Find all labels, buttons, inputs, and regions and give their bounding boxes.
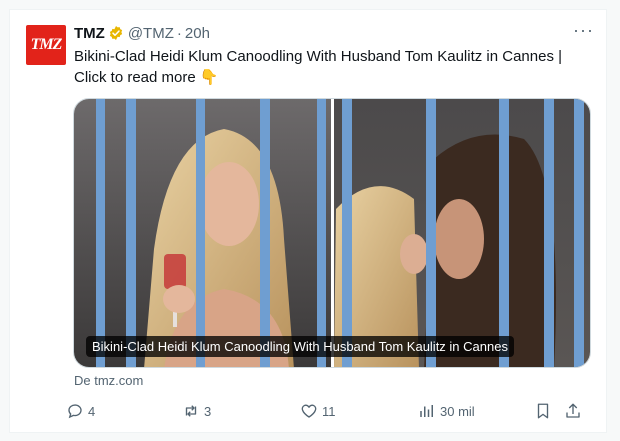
tweet-text: Bikini-Clad Heidi Klum Canoodling With H… [74,46,594,88]
link-card-image[interactable]: Bikini-Clad Heidi Klum Canoodling With H… [73,98,591,368]
views-button[interactable]: 30 mil [418,402,475,420]
avatar-logo-text: TMZ [30,36,63,53]
link-source[interactable]: De tmz.com [74,373,143,388]
more-icon[interactable]: ··· [573,20,594,41]
views-count: 30 mil [440,403,475,419]
verified-badge-icon [109,26,122,40]
like-count: 11 [322,403,336,419]
share-icon [566,403,580,418]
repost-icon [185,405,197,417]
tweet-header: TMZ @TMZ · 20h [74,22,210,44]
share-button[interactable] [564,402,586,420]
link-card-caption: Bikini-Clad Heidi Klum Canoodling With H… [86,336,514,357]
separator-dot: · [176,24,182,42]
author-handle[interactable]: @TMZ [128,25,174,42]
like-icon [301,404,317,418]
repost-button[interactable]: 3 [182,402,211,420]
bookmark-icon [537,403,549,419]
author-name[interactable]: TMZ [74,25,105,42]
pointing-down-emoji: 👇 [199,69,219,86]
tweet-card[interactable]: TMZ TMZ @TMZ · 20h ··· Bikini-Clad Heidi… [9,9,607,433]
bookmark-button[interactable] [534,402,556,420]
reply-count: 4 [88,403,96,419]
repost-count: 3 [204,403,212,419]
reply-icon [68,404,82,419]
tweet-time[interactable]: 20h [185,25,210,42]
photo-collage [74,99,590,367]
avatar[interactable]: TMZ [26,25,66,65]
reply-button[interactable]: 4 [66,402,95,420]
action-bar: 4 3 11 30 mil [66,402,596,422]
views-icon [420,405,433,417]
tweet-text-body: Bikini-Clad Heidi Klum Canoodling With H… [74,48,563,86]
like-button[interactable]: 11 [300,402,336,420]
